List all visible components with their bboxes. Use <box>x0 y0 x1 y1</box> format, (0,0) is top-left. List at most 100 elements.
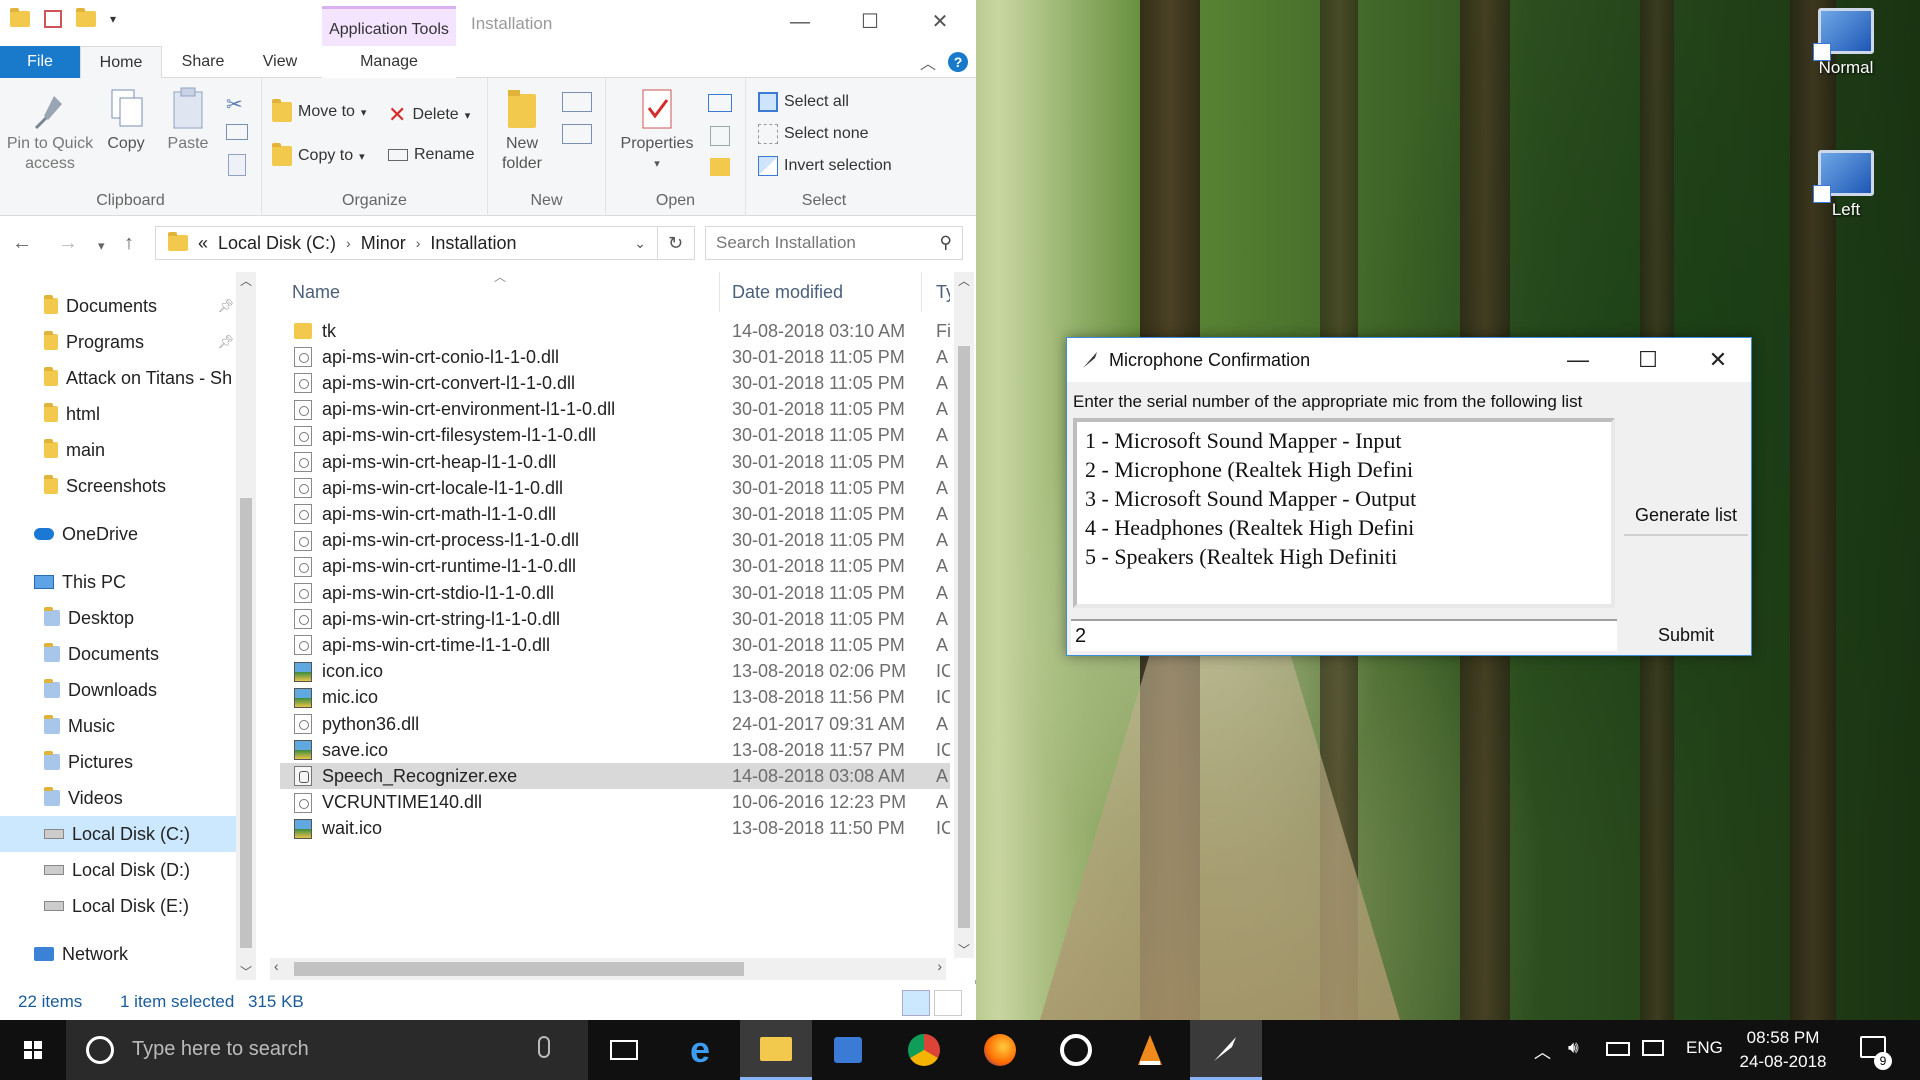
close-button[interactable]: ✕ <box>910 4 970 40</box>
help-icon[interactable]: ? <box>948 52 968 72</box>
address-bar[interactable]: « Local Disk (C:) › Minor › Installation… <box>155 226 695 260</box>
tab-manage[interactable]: Manage <box>322 46 456 78</box>
nav-item[interactable]: Local Disk (C:) <box>0 816 236 852</box>
application-tools-tab[interactable]: Application Tools <box>322 6 456 46</box>
dialog-minimize-button[interactable]: — <box>1553 344 1603 376</box>
new-item-icon[interactable] <box>562 92 592 112</box>
file-row[interactable]: api-ms-win-crt-time-l1-1-0.dll 30-01-2018… <box>280 632 950 658</box>
clock[interactable]: 08:58 PM 24-08-2018 <box>1738 1026 1828 1074</box>
paste-button[interactable]: Paste <box>160 86 216 154</box>
nav-item[interactable]: This PC <box>0 564 240 600</box>
forward-arrow-icon[interactable]: → <box>58 232 78 255</box>
scroll-thumb[interactable] <box>958 346 970 928</box>
language-indicator[interactable]: ENG <box>1686 1038 1723 1058</box>
breadcrumb-separator-icon[interactable]: › <box>416 227 421 259</box>
file-row[interactable]: api-ms-win-crt-process-l1-1-0.dll 30-01-2… <box>280 528 950 554</box>
scroll-thumb[interactable] <box>240 498 252 948</box>
paste-shortcut-icon[interactable] <box>228 154 246 176</box>
file-row[interactable]: api-ms-win-crt-stdio-l1-1-0.dll 30-01-201… <box>280 580 950 606</box>
chrome-icon[interactable] <box>888 1020 960 1080</box>
edge-icon[interactable]: e <box>664 1020 736 1080</box>
horizontal-scrollbar[interactable]: ‹ › <box>270 958 946 980</box>
scroll-right-icon[interactable]: › <box>937 958 942 974</box>
file-row[interactable]: save.ico 13-08-2018 11:57 PM IC <box>280 737 950 763</box>
firefox-icon[interactable] <box>964 1020 1036 1080</box>
mic-list[interactable]: 1 - Microsoft Sound Mapper - Input 2 - M… <box>1073 418 1615 608</box>
submit-button[interactable]: Submit <box>1624 616 1748 654</box>
vlc-icon[interactable] <box>1114 1020 1186 1080</box>
copy-path-icon[interactable] <box>226 124 248 140</box>
file-row[interactable]: api-ms-win-crt-environment-l1-1-0.dll 30-… <box>280 397 950 423</box>
scroll-left-icon[interactable]: ‹ <box>274 958 279 974</box>
large-icons-view-icon[interactable] <box>934 990 962 1016</box>
nav-item[interactable]: Music <box>0 708 240 744</box>
select-all-button[interactable]: Select all <box>758 92 849 112</box>
nav-item[interactable]: Attack on Titans - Sh <box>0 360 240 396</box>
file-row[interactable]: wait.ico 13-08-2018 11:50 PM IC <box>280 816 950 842</box>
scroll-thumb[interactable] <box>294 962 744 976</box>
back-arrow-icon[interactable]: ← <box>12 232 32 255</box>
dialog-maximize-button[interactable]: ☐ <box>1623 344 1673 376</box>
battery-icon[interactable] <box>1606 1042 1630 1056</box>
nav-item[interactable]: Local Disk (E:) <box>0 888 240 924</box>
nav-item[interactable]: Pictures <box>0 744 240 780</box>
nav-item[interactable]: OneDrive <box>0 516 240 552</box>
file-row[interactable]: mic.ico 13-08-2018 11:56 PM IC <box>280 685 950 711</box>
breadcrumb-local-disk[interactable]: Local Disk (C:) <box>218 227 336 259</box>
file-row[interactable]: icon.ico 13-08-2018 02:06 PM IC <box>280 659 950 685</box>
select-none-button[interactable]: Select none <box>758 124 869 144</box>
groove-music-icon[interactable] <box>1040 1020 1112 1080</box>
volume-icon[interactable]: 🔊︎ <box>1568 1038 1579 1058</box>
dialog-close-button[interactable]: ✕ <box>1693 344 1743 376</box>
nav-item[interactable]: Downloads <box>0 672 240 708</box>
nav-item[interactable]: Screenshots <box>0 468 240 504</box>
nav-item[interactable]: Programs 📌︎ <box>0 324 240 360</box>
file-row[interactable]: api-ms-win-crt-filesystem-l1-1-0.dll 30-0… <box>280 423 950 449</box>
file-row[interactable]: api-ms-win-crt-string-l1-1-0.dll 30-01-20… <box>280 606 950 632</box>
task-view-icon[interactable] <box>588 1020 660 1080</box>
scroll-down-icon[interactable]: ﹀ <box>954 941 974 958</box>
address-dropdown-icon[interactable]: ⌄ <box>634 227 646 259</box>
file-row[interactable]: Speech_Recognizer.exe 14-08-2018 03:08 AM… <box>280 763 950 790</box>
serial-number-input[interactable]: 2 <box>1071 619 1617 651</box>
up-arrow-icon[interactable]: ↑ <box>124 232 134 255</box>
nav-item[interactable]: Documents 📌︎ <box>0 288 240 324</box>
nav-item[interactable]: Network <box>0 936 240 972</box>
tab-share[interactable]: Share <box>168 46 238 78</box>
delete-button[interactable]: ✕ Delete ▾ <box>388 102 470 128</box>
file-row[interactable]: VCRUNTIME140.dll 10-06-2016 12:23 PM A <box>280 790 950 816</box>
network-icon[interactable] <box>1642 1040 1664 1056</box>
properties-quick-icon[interactable] <box>44 10 62 28</box>
file-row[interactable]: api-ms-win-crt-convert-l1-1-0.dll 30-01-2… <box>280 370 950 396</box>
properties-button[interactable]: Properties ▾ <box>614 86 700 174</box>
desktop-icon-left[interactable]: Left <box>1806 150 1886 220</box>
file-row[interactable]: api-ms-win-crt-locale-l1-1-0.dll 30-01-20… <box>280 475 950 501</box>
new-folder-button[interactable]: New folder <box>492 86 552 174</box>
file-row[interactable]: api-ms-win-crt-runtime-l1-1-0.dll 30-01-2… <box>280 554 950 580</box>
easy-access-icon[interactable] <box>562 124 592 144</box>
copy-to-button[interactable]: Copy to ▾ <box>272 143 365 166</box>
move-to-button[interactable]: Move to ▾ <box>272 99 366 122</box>
file-row[interactable]: api-ms-win-crt-heap-l1-1-0.dll 30-01-2018… <box>280 449 950 475</box>
recent-locations-icon[interactable]: ▾ <box>98 238 105 254</box>
details-view-icon[interactable] <box>902 990 930 1016</box>
show-hidden-icons[interactable]: ︿ <box>1534 1038 1551 1063</box>
media-player-icon[interactable] <box>812 1020 884 1080</box>
edit-icon[interactable] <box>710 126 730 146</box>
breadcrumb-minor[interactable]: Minor <box>361 227 406 259</box>
file-scrollbar[interactable]: ︿ ﹀ <box>954 272 974 958</box>
file-row[interactable]: api-ms-win-crt-conio-l1-1-0.dll 30-01-201… <box>280 344 950 370</box>
column-header-date[interactable]: Date modified <box>732 272 922 312</box>
desktop-icon-normal[interactable]: Normal <box>1806 8 1886 78</box>
refresh-icon[interactable]: ↻ <box>657 226 693 260</box>
scroll-down-icon[interactable]: ﹀ <box>236 963 256 980</box>
nav-item[interactable]: main <box>0 432 240 468</box>
breadcrumb-separator-icon[interactable]: › <box>346 227 351 259</box>
minimize-button[interactable]: — <box>770 4 830 40</box>
customize-toolbar-icon[interactable]: ▾ <box>110 12 116 26</box>
maximize-button[interactable]: ☐ <box>840 4 900 40</box>
nav-item[interactable]: Videos <box>0 780 240 816</box>
tab-home[interactable]: Home <box>80 46 162 79</box>
breadcrumb-installation[interactable]: Installation <box>430 227 516 259</box>
file-row[interactable]: api-ms-win-crt-math-l1-1-0.dll 30-01-2018… <box>280 501 950 527</box>
